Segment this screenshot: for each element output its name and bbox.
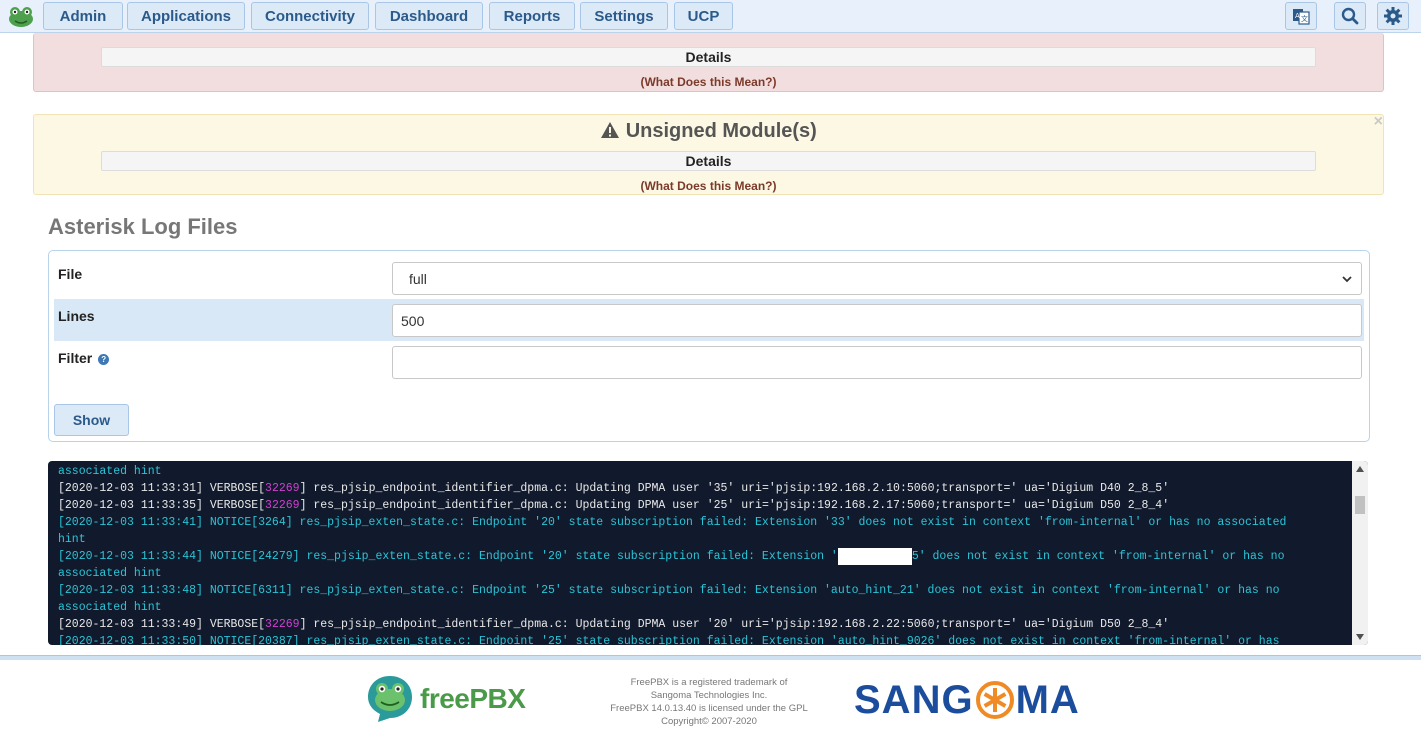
lines-input[interactable]: 500 [392, 304, 1362, 337]
svg-text:A: A [1295, 12, 1300, 20]
chevron-down-icon [1342, 276, 1352, 283]
log-line: [2020-12-03 11:33:44] NOTICE[24279] res_… [58, 548, 1343, 565]
nav-ucp[interactable]: UCP [674, 2, 733, 30]
log-segment: [2020-12-03 11:33:49] VERBOSE[ [58, 618, 266, 631]
nav-dashboard[interactable]: Dashboard [375, 2, 483, 30]
alert-title: Unsigned Module(s) [34, 120, 1383, 143]
alert-what-mean-link[interactable]: (What Does this Mean?) [34, 179, 1383, 193]
log-line: associated hint [58, 565, 1343, 582]
log-segment: 32269 [265, 482, 300, 495]
freepbx-home-logo-icon[interactable] [6, 3, 36, 30]
filter-label: Filter? [58, 350, 110, 366]
log-line: [2020-12-03 11:33:41] NOTICE[3264] res_p… [58, 514, 1343, 531]
log-output[interactable]: associated hint [2020-12-03 11:33:31] VER… [48, 461, 1368, 645]
nav-connectivity[interactable]: Connectivity [251, 2, 369, 30]
log-filter-form: File full Lines 500 Filter? Show [48, 250, 1370, 442]
log-segment: ] res_pjsip_endpoint_identifier_dpma.c: … [299, 618, 1170, 631]
filter-row: Filter? [54, 341, 1364, 383]
redacted-block [837, 548, 912, 565]
sangoma-star-icon [975, 681, 1014, 719]
freepbx-frog-icon [368, 676, 412, 722]
log-segment: 32269 [265, 618, 300, 631]
log-line: [2020-12-03 11:33:31] VERBOSE[32269] res… [58, 480, 1343, 497]
nav-settings[interactable]: Settings [580, 2, 668, 30]
log-line: [2020-12-03 11:33:50] NOTICE[20387] res_… [58, 633, 1343, 645]
scroll-up-icon[interactable] [1352, 461, 1368, 477]
alert-title-text: Unsigned Module(s) [625, 120, 817, 142]
scroll-thumb[interactable] [1355, 496, 1365, 514]
sangoma-logo[interactable]: SANG MA [854, 677, 1080, 722]
filter-input[interactable] [392, 346, 1362, 379]
log-lines: associated hint [2020-12-03 11:33:31] VER… [58, 463, 1343, 645]
footer-divider [0, 655, 1421, 660]
language-button[interactable]: A 文 [1285, 2, 1317, 30]
log-line: [2020-12-03 11:33:35] VERBOSE[32269] res… [58, 497, 1343, 514]
log-segment: associated hint [58, 465, 162, 478]
show-button[interactable]: Show [54, 404, 129, 436]
log-segment: [2020-12-03 11:33:41] NOTICE[3264] res_p… [58, 516, 1287, 529]
scroll-down-icon[interactable] [1352, 629, 1368, 645]
log-segment: 5' does not exist in context 'from-inter… [911, 550, 1285, 563]
sangoma-wordmark-left: SANG [854, 677, 974, 722]
nav-reports[interactable]: Reports [489, 2, 575, 30]
log-segment: [2020-12-03 11:33:31] VERBOSE[ [58, 482, 266, 495]
footer-line-4: Copyright© 2007-2020 [661, 716, 757, 727]
alert-details-button[interactable]: Details [101, 47, 1316, 67]
nav-admin[interactable]: Admin [43, 2, 123, 30]
freepbx-wordmark: freePBX [420, 683, 526, 714]
log-segment: associated hint [58, 601, 162, 614]
footer-legal: FreePBX is a registered trademark of San… [590, 676, 828, 728]
log-segment: associated hint [58, 567, 162, 580]
search-icon [1341, 7, 1359, 25]
filter-label-text: Filter [58, 350, 93, 366]
log-line: associated hint [58, 599, 1343, 616]
log-scrollbar[interactable] [1352, 461, 1368, 645]
footer-line-1: FreePBX is a registered trademark of [630, 677, 788, 688]
lines-input-value: 500 [401, 312, 425, 329]
alert-what-mean-link[interactable]: (What Does this Mean?) [34, 75, 1383, 89]
log-segment: [2020-12-03 11:33:44] NOTICE[24279] res_… [58, 550, 838, 563]
sangoma-wordmark-right: MA [1015, 677, 1080, 722]
log-segment: [2020-12-03 11:33:48] NOTICE[6311] res_p… [58, 584, 1280, 597]
gear-icon [1384, 7, 1402, 25]
language-icon: A 文 [1293, 9, 1310, 25]
nav-applications[interactable]: Applications [127, 2, 245, 30]
file-row: File full [54, 257, 1364, 299]
log-line: hint [58, 531, 1343, 548]
settings-button[interactable] [1377, 2, 1409, 30]
log-line: associated hint [58, 463, 1343, 480]
lines-label: Lines [58, 308, 95, 324]
log-line: [2020-12-03 11:33:48] NOTICE[6311] res_p… [58, 582, 1343, 599]
alert-details-button[interactable]: Details [101, 151, 1316, 171]
log-segment: 32269 [265, 499, 300, 512]
page-title: Asterisk Log Files [48, 214, 238, 239]
freepbx-logo[interactable]: freePBX [366, 674, 526, 724]
security-alert: Details (What Does this Mean?) [33, 33, 1384, 92]
lines-row: Lines 500 [54, 299, 1364, 341]
svg-text:文: 文 [1301, 14, 1308, 23]
file-select-value: full [409, 270, 427, 287]
file-label: File [58, 266, 83, 282]
help-icon[interactable]: ? [98, 354, 110, 365]
top-navbar: Admin Applications Connectivity Dashboar… [0, 0, 1421, 33]
log-segment: [2020-12-03 11:33:50] NOTICE[20387] res_… [58, 635, 1280, 645]
footer-line-3: FreePBX 14.0.13.40 is licensed under the… [610, 703, 808, 714]
log-segment: ] res_pjsip_endpoint_identifier_dpma.c: … [299, 482, 1170, 495]
unsigned-modules-alert: × Unsigned Module(s) Details (What Does … [33, 113, 1384, 195]
log-segment: hint [58, 533, 86, 546]
search-button[interactable] [1334, 2, 1366, 30]
warning-icon [601, 122, 620, 138]
log-line: [2020-12-03 11:33:49] VERBOSE[32269] res… [58, 616, 1343, 633]
file-select[interactable]: full [392, 262, 1362, 295]
log-segment: ] res_pjsip_endpoint_identifier_dpma.c: … [299, 499, 1170, 512]
log-segment: [2020-12-03 11:33:35] VERBOSE[ [58, 499, 266, 512]
footer-line-2: Sangoma Technologies Inc. [650, 690, 768, 701]
